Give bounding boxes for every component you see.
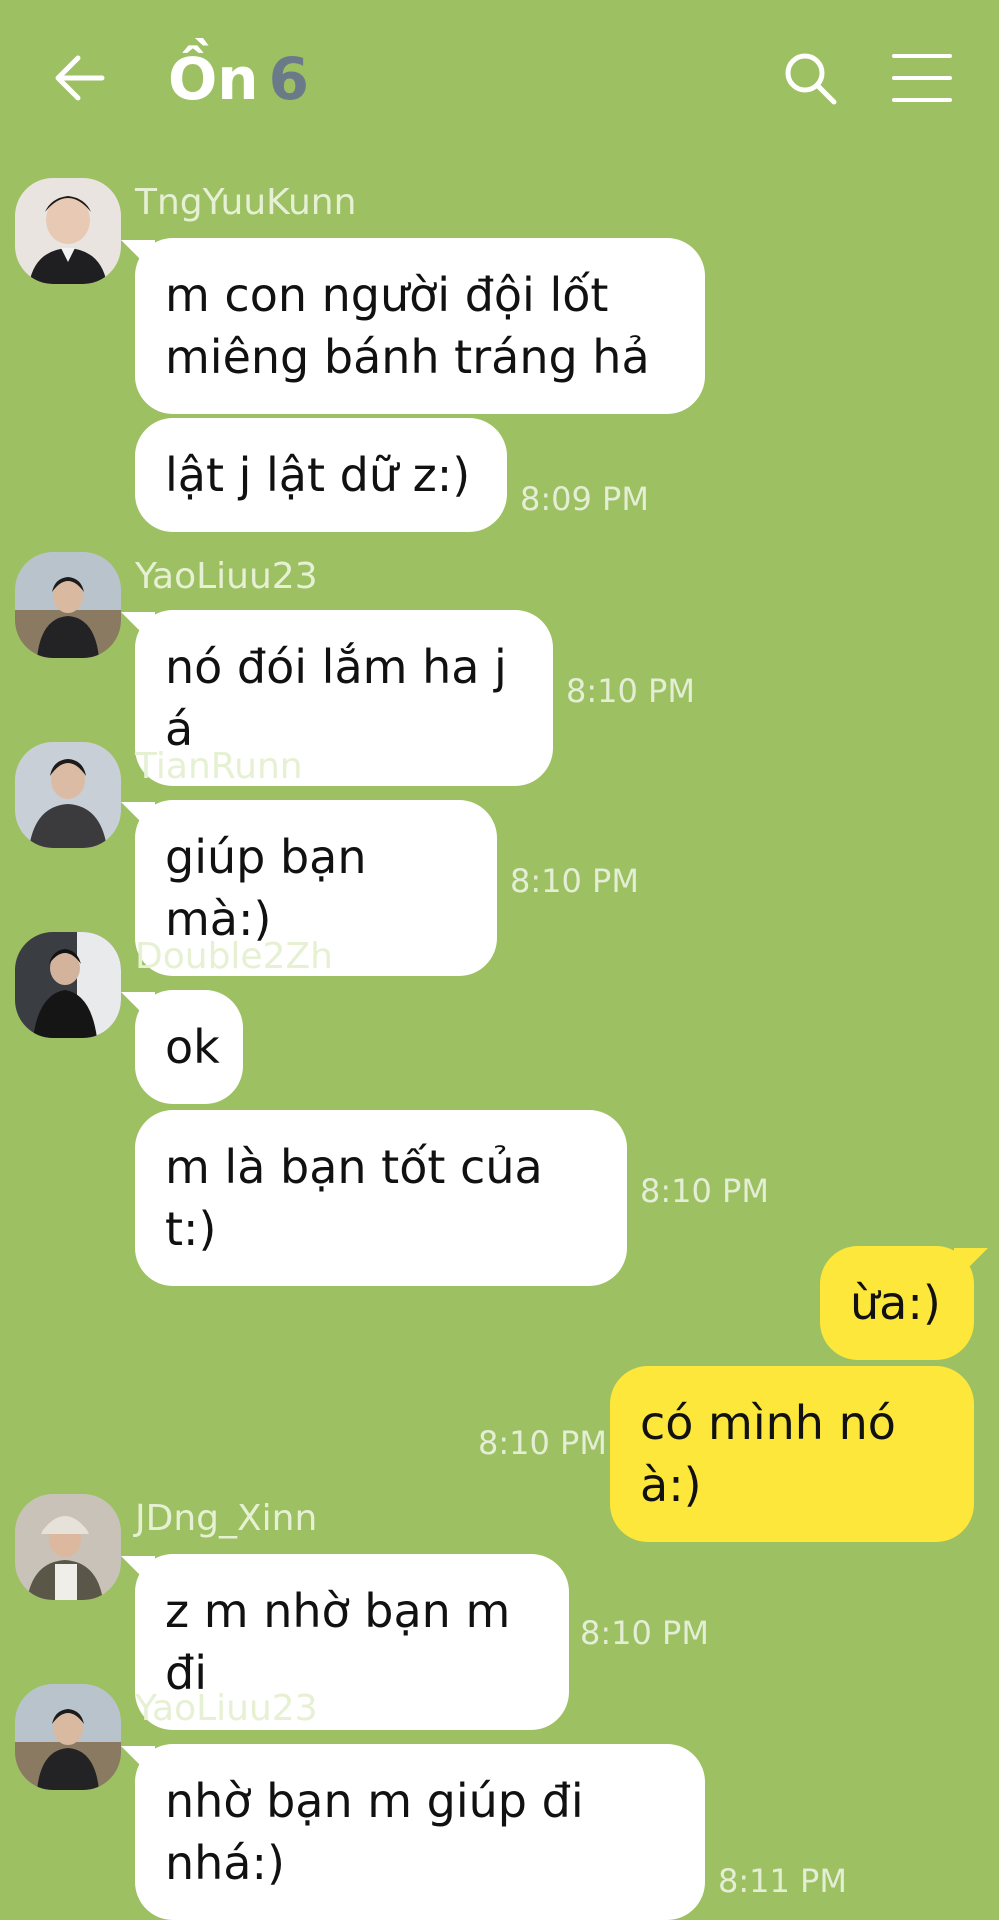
message-text: ok <box>165 1020 220 1074</box>
chat-title: Ồn 6 <box>168 34 309 124</box>
message-line: nhá:) <box>165 1836 285 1890</box>
timestamp: 8:11 PM <box>718 1862 847 1900</box>
message-line: nhờ bạn m giúp đi <box>165 1774 584 1828</box>
search-button[interactable] <box>780 48 840 108</box>
hamburger-menu-icon <box>892 54 952 102</box>
timestamp: 8:10 PM <box>478 1424 607 1462</box>
my-message-bubble[interactable]: có mình nó à:) <box>610 1366 974 1542</box>
avatar[interactable] <box>15 742 121 848</box>
group-name: Ồn <box>168 45 259 113</box>
message-text: có mình nó à:) <box>640 1396 896 1512</box>
message-text: giúp bạn mà:) <box>165 830 367 946</box>
message-line: miêng bánh tráng hả <box>165 330 650 384</box>
timestamp: 8:10 PM <box>510 862 639 900</box>
search-icon <box>785 53 837 105</box>
message-line: m con người đội lốt <box>165 268 609 322</box>
my-message-bubble[interactable]: ừa:) <box>820 1246 974 1360</box>
message-bubble[interactable]: m là bạn tốt của t:) <box>135 1110 627 1286</box>
avatar-double2zh <box>15 932 121 1038</box>
message-text: nó đói lắm ha j á <box>165 640 507 756</box>
avatar-tianrunn <box>15 742 121 848</box>
sender-name: Double2Zh <box>135 936 333 977</box>
avatar[interactable] <box>15 932 121 1038</box>
sender-name: TianRunn <box>135 746 303 787</box>
timestamp: 8:09 PM <box>520 480 649 518</box>
chat-header: Ồn 6 <box>0 0 999 160</box>
timestamp: 8:10 PM <box>580 1614 709 1652</box>
avatar[interactable] <box>15 552 121 658</box>
message-bubble[interactable]: m con người đội lốt miêng bánh tráng hả <box>135 238 705 414</box>
avatar-tngyuukunn <box>15 178 121 284</box>
sender-name: TngYuuKunn <box>135 182 357 223</box>
back-button[interactable] <box>50 48 110 108</box>
avatar-yaoliuu23 <box>15 1684 121 1790</box>
menu-button[interactable] <box>890 50 954 106</box>
message-text: m là bạn tốt của t:) <box>165 1140 543 1256</box>
message-text: z m nhờ bạn m đi <box>165 1584 511 1700</box>
timestamp: 8:10 PM <box>640 1172 769 1210</box>
avatar-jdng-xinn <box>15 1494 121 1600</box>
sender-name: JDng_Xinn <box>135 1498 318 1539</box>
timestamp: 8:10 PM <box>566 672 695 710</box>
message-bubble[interactable]: nhờ bạn m giúp đi nhá:) <box>135 1744 705 1920</box>
avatar[interactable] <box>15 1684 121 1790</box>
back-arrow-icon <box>55 55 105 101</box>
avatar[interactable] <box>15 1494 121 1600</box>
message-text: lật j lật dữ z:) <box>165 448 471 502</box>
message-text: ừa:) <box>850 1276 941 1330</box>
message-bubble[interactable]: ok <box>135 990 243 1104</box>
avatar[interactable] <box>15 178 121 284</box>
message-bubble[interactable]: lật j lật dữ z:) <box>135 418 507 532</box>
avatar-yaoliuu23 <box>15 552 121 658</box>
sender-name: YaoLiuu23 <box>135 1688 318 1729</box>
member-count: 6 <box>268 45 309 113</box>
sender-name: YaoLiuu23 <box>135 556 318 597</box>
